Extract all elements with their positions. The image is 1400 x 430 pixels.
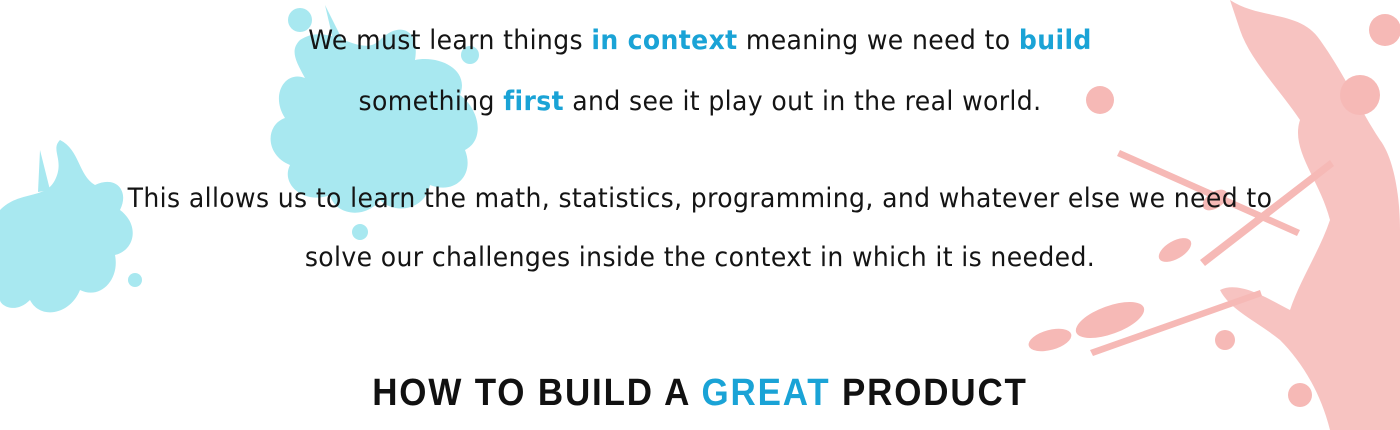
highlight-build: build: [1018, 25, 1092, 56]
heading-text: PRODUCT: [830, 372, 1028, 414]
highlight-first: first: [503, 86, 564, 117]
paragraph1-line2: something first and see it play out in t…: [49, 88, 1351, 115]
paragraph2-line2: solve our challenges inside the context …: [304, 242, 1096, 273]
highlight-in-context: in context: [591, 25, 738, 56]
text: and see it play out in the real world.: [563, 86, 1042, 117]
paragraph1-line1: We must learn things in context meaning …: [49, 27, 1351, 54]
section-heading: HOW TO BUILD A GREAT PRODUCT: [56, 374, 1344, 412]
text: meaning we need to: [737, 25, 1019, 56]
text: something: [358, 86, 504, 117]
heading-highlight-great: GREAT: [701, 372, 831, 414]
content: We must learn things in context meaning …: [0, 0, 1400, 430]
paragraph2-line1: This allows us to learn the math, statis…: [127, 183, 1273, 214]
heading-text: HOW TO BUILD A: [372, 372, 702, 414]
text: We must learn things: [308, 25, 592, 56]
